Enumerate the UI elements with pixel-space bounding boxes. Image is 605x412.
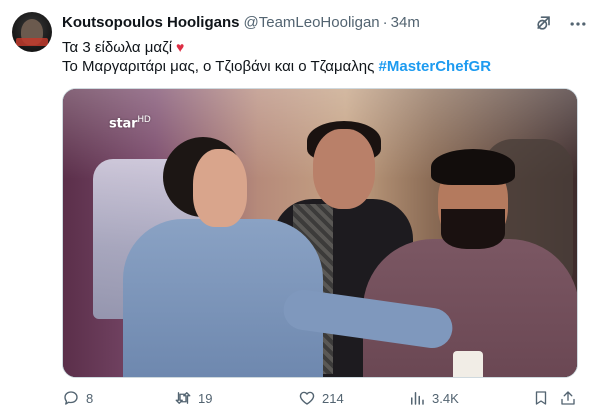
tweet-line-1: Τα 3 είδωλα μαζί ♥	[62, 37, 491, 57]
timestamp[interactable]: 34m	[391, 14, 420, 31]
retweet-icon	[175, 392, 191, 404]
like-button[interactable]: 214	[298, 388, 344, 408]
tweet-media-image[interactable]: starHD	[62, 88, 578, 378]
media-cup	[453, 351, 483, 377]
tweet-line-1-text: Τα 3 είδωλα μαζί	[62, 39, 173, 56]
media-man-center-head	[313, 129, 375, 209]
views-button[interactable]: 3.4K	[408, 388, 459, 408]
retweet-button[interactable]: 19	[174, 388, 212, 408]
reply-button[interactable]: 8	[62, 388, 93, 408]
channel-logo-text: star	[109, 116, 138, 132]
retweet-count: 19	[198, 390, 213, 406]
user-handle[interactable]: @TeamLeoHooligan	[244, 14, 380, 31]
tweet-line-2-text: Το Μαργαριτάρι μας, ο Τζιοβάνι και ο Τζα…	[62, 58, 375, 75]
bookmark-button[interactable]	[532, 388, 556, 408]
avatar[interactable]	[12, 12, 52, 52]
tweet-header: Koutsopoulos Hooligans @TeamLeoHooligan …	[62, 12, 420, 32]
channel-logo-sup: HD	[137, 115, 151, 125]
tweet-text: Τα 3 είδωλα μαζί ♥ Το Μαργαριτάρι μας, ο …	[62, 37, 491, 77]
like-icon	[299, 391, 315, 405]
action-bar: 8 19 214 3.4K	[62, 388, 582, 408]
share-button[interactable]	[559, 388, 583, 408]
media-woman-face	[193, 149, 247, 227]
bookmark-icon	[535, 391, 547, 405]
grok-icon[interactable]	[534, 13, 554, 33]
like-count: 214	[322, 390, 344, 406]
reply-icon	[64, 391, 78, 405]
separator-dot: ·	[382, 13, 388, 31]
display-name[interactable]: Koutsopoulos Hooligans	[62, 14, 240, 31]
view-count: 3.4K	[432, 390, 459, 406]
media-man-right-beard	[441, 209, 505, 249]
share-icon	[561, 391, 575, 405]
more-options-icon[interactable]	[568, 14, 588, 34]
hashtag-link[interactable]: #MasterChefGR	[379, 58, 492, 75]
media-man-right-hair	[431, 149, 515, 185]
tweet[interactable]: Koutsopoulos Hooligans @TeamLeoHooligan …	[0, 0, 605, 412]
views-icon	[411, 392, 424, 405]
reply-count: 8	[86, 390, 94, 406]
heart-emoji: ♥	[176, 39, 185, 55]
channel-logo: starHD	[109, 115, 151, 131]
tweet-line-2: Το Μαργαριτάρι μας, ο Τζιοβάνι και ο Τζα…	[62, 57, 491, 77]
avatar-band	[16, 38, 48, 46]
